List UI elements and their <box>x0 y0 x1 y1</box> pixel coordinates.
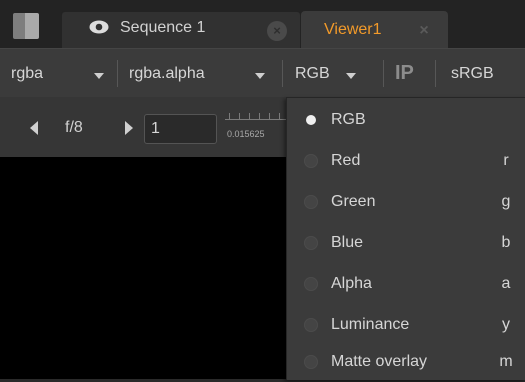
slider-value: 0.015625 <box>227 129 265 139</box>
slider-tick <box>269 113 270 119</box>
separator <box>117 60 118 87</box>
menu-item-shortcut: b <box>501 234 511 251</box>
display-channels-dropdown[interactable]: RGB <box>285 49 373 98</box>
slider-tick <box>239 113 240 119</box>
tab-sequence-label: Sequence 1 <box>120 19 206 36</box>
separator <box>435 60 436 87</box>
eye-icon[interactable] <box>89 20 109 34</box>
menu-item-alpha[interactable]: Alpha a <box>287 264 525 304</box>
menu-item-label: Alpha <box>331 275 372 292</box>
slider-track <box>225 119 287 120</box>
close-tab-sequence-icon[interactable]: × <box>267 21 287 41</box>
menu-item-red[interactable]: Red r <box>287 141 525 181</box>
menu-item-shortcut: m <box>499 353 513 370</box>
close-tab-viewer-icon[interactable]: × <box>414 21 434 41</box>
tab-viewer[interactable]: Viewer1 × <box>301 11 448 48</box>
viewer-toolbar: rgba rgba.alpha RGB IP sRGB <box>0 48 525 98</box>
menu-item-shortcut: a <box>501 275 511 292</box>
slider-tick <box>229 113 230 119</box>
menu-item-label: Matte overlay <box>331 353 428 370</box>
previous-f-stop-icon[interactable] <box>30 121 38 135</box>
tab-bar: Sequence 1 × Viewer1 × <box>0 0 525 49</box>
radio-icon <box>304 277 318 291</box>
frame-input[interactable]: 1 <box>144 114 217 144</box>
next-f-stop-icon[interactable] <box>125 121 133 135</box>
menu-item-label: RGB <box>331 111 366 128</box>
chevron-down-icon <box>94 73 104 79</box>
panel-menu-icon[interactable] <box>13 13 39 39</box>
slider-tick <box>279 113 280 119</box>
separator <box>282 60 283 87</box>
menu-item-label: Red <box>331 152 361 169</box>
viewer-canvas[interactable] <box>0 157 289 379</box>
chevron-down-icon <box>346 73 356 79</box>
menu-item-luminance[interactable]: Luminance y <box>287 305 525 345</box>
menu-item-label: Green <box>331 193 376 210</box>
menu-item-shortcut: y <box>502 316 510 333</box>
radio-selected-icon <box>306 115 316 125</box>
menu-item-matte-overlay[interactable]: Matte overlay m <box>287 342 525 382</box>
menu-item-rgb[interactable]: RGB <box>287 100 525 140</box>
menu-item-green[interactable]: Green g <box>287 182 525 222</box>
radio-icon <box>304 236 318 250</box>
radio-icon <box>304 195 318 209</box>
menu-item-blue[interactable]: Blue b <box>287 223 525 263</box>
separator <box>383 60 384 87</box>
display-channels-menu: RGB Red r Green g Blue b Alpha a Luminan… <box>286 97 525 380</box>
frame-value: 1 <box>151 120 160 137</box>
display-channels-value: RGB <box>295 65 330 82</box>
colorspace-dropdown[interactable]: sRGB <box>451 65 494 83</box>
input-process-button[interactable]: IP <box>395 62 414 85</box>
chevron-down-icon <box>255 73 265 79</box>
radio-icon <box>304 355 318 369</box>
slider-tick <box>259 113 260 119</box>
f-stop-value: f/8 <box>65 119 83 136</box>
menu-item-shortcut: g <box>501 193 511 210</box>
tab-viewer-label: Viewer1 <box>324 21 382 38</box>
radio-icon <box>304 318 318 332</box>
gain-slider[interactable]: 0.015625 <box>225 113 287 143</box>
radio-icon <box>304 154 318 168</box>
channel-set-dropdown[interactable]: rgba <box>6 49 116 98</box>
channel-set-value: rgba <box>11 65 44 82</box>
alpha-channel-value: rgba.alpha <box>129 65 205 82</box>
menu-item-label: Luminance <box>331 316 410 333</box>
alpha-channel-dropdown[interactable]: rgba.alpha <box>120 49 280 98</box>
tab-sequence[interactable]: Sequence 1 × <box>61 11 301 49</box>
slider-tick <box>249 113 250 119</box>
menu-item-label: Blue <box>331 234 364 251</box>
menu-item-shortcut: r <box>503 152 509 169</box>
